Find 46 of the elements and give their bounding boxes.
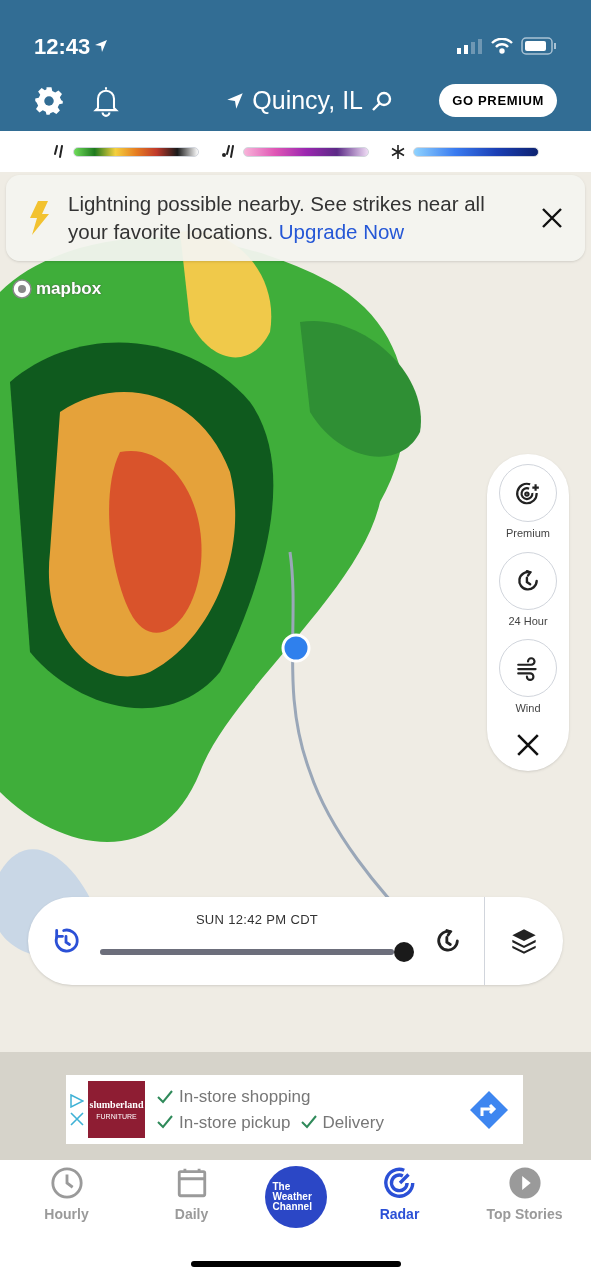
- radar-icon: [382, 1166, 417, 1200]
- timeline-time: SUN 12:42 PM CDT: [195, 911, 319, 930]
- clock-icon: [49, 1166, 84, 1200]
- map-tool-label: 24 Hour: [508, 613, 548, 629]
- nav-tab[interactable]: Daily: [139, 1166, 244, 1225]
- location-selector[interactable]: Quincy, IL: [226, 81, 393, 120]
- ad-feature: Delivery: [300, 1109, 384, 1135]
- timeline-thumb[interactable]: [394, 941, 414, 962]
- timeline-fill[interactable]: [100, 948, 394, 955]
- upgrade-link[interactable]: Upgrade Now: [278, 220, 405, 243]
- signal-icon: [457, 38, 483, 54]
- directions-icon[interactable]: [469, 1089, 509, 1130]
- status-time: 12:43: [34, 32, 91, 61]
- close-icon[interactable]: [541, 207, 563, 229]
- mapbox-logo-icon: [12, 278, 32, 299]
- banner-text: Lightning possible nearby. See strikes near all your favorite locations. Upgrade Now: [68, 191, 486, 245]
- nav-tab[interactable]: Top Stories: [472, 1166, 577, 1225]
- rewind-icon[interactable]: [52, 927, 80, 955]
- go-premium-button[interactable]: GO PREMIUM: [439, 83, 557, 118]
- radar-plus-icon: [515, 480, 541, 506]
- ad-feature: In-store shopping: [157, 1084, 447, 1110]
- map-attribution: mapbox: [36, 278, 102, 300]
- clock-forward-icon: [515, 567, 541, 594]
- battery-icon: [521, 37, 557, 55]
- play-icon: [507, 1166, 542, 1200]
- close-icon[interactable]: [516, 732, 540, 757]
- settings-icon[interactable]: [34, 85, 64, 116]
- checkmark-icon: [300, 1115, 317, 1130]
- snowflake-icon: [390, 144, 405, 159]
- layers-icon[interactable]: [510, 927, 538, 955]
- map-tool-label: Wind: [515, 701, 541, 716]
- lightning-icon: [28, 201, 50, 235]
- ad-feature: In-store pickup: [157, 1109, 291, 1135]
- nav-tab[interactable]: Radar: [347, 1166, 452, 1225]
- location-arrow-icon: [94, 39, 109, 53]
- checkmark-icon: [157, 1115, 173, 1130]
- nav-tab[interactable]: Hourly: [14, 1166, 119, 1225]
- bell-icon[interactable]: [92, 84, 120, 117]
- search-icon: [371, 89, 393, 112]
- location-arrow-icon: [226, 91, 245, 110]
- sleet-icon: [220, 144, 235, 159]
- weather-channel-logo[interactable]: The Weather Channel: [264, 1166, 327, 1228]
- wifi-icon: [491, 38, 513, 54]
- raindrop-icon: [52, 144, 65, 159]
- checkmark-icon: [157, 1089, 173, 1104]
- map-tool-label: Premium: [506, 526, 550, 541]
